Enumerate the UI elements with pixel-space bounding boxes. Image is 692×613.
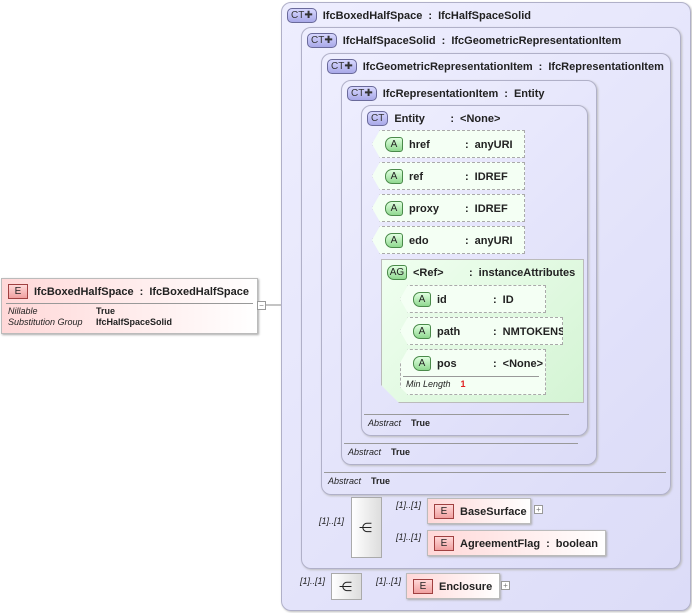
cardinality: [1]..[1] [319,516,345,526]
ct-badge: CT✚ [347,86,377,101]
element-type: boolean [555,537,598,550]
attribute-name: edo [409,234,429,247]
type-name: IfcGeometricRepresentationItem [362,60,533,73]
ct-badge: CT✚ [307,33,337,48]
separator: : [546,537,550,550]
attribute-badge: A [385,233,403,248]
sequence-compositor[interactable]: ⋲ [351,497,382,558]
abstract-value: True [391,447,411,457]
separator: : [428,9,433,22]
attribute-path[interactable]: Apath: NMTOKENS [400,317,563,345]
separator: : [465,234,469,247]
attribute-group-type: instanceAttributes [478,266,576,279]
element-basesurface[interactable]: E BaseSurface [427,498,531,524]
element-badge: E [434,504,454,519]
prop-value: True [96,306,116,316]
abstract-label: Abstract [348,447,382,457]
abstract-value: True [371,476,391,486]
cardinality: [1]..[1] [376,576,402,586]
attribute-proxy[interactable]: Aproxy: IDREF [372,194,525,222]
root-element-box[interactable]: E IfcBoxedHalfSpace: IfcBoxedHalfSpace Nil… [1,278,258,334]
sequence-compositor[interactable]: ⋲ [331,573,362,600]
element-name: Enclosure [439,580,493,593]
element-name: AgreementFlag [460,537,541,550]
type-base: Entity [513,87,545,100]
type-name: Entity [394,112,425,125]
expand-toggle[interactable]: + [501,581,510,590]
attribute-badge: A [413,292,431,307]
separator: : [441,34,446,47]
separator: : [493,325,497,338]
attribute-name: href [409,138,430,151]
root-element-type: IfcBoxedHalfSpace [149,285,249,298]
attribute-type: ID [502,293,514,306]
type-name: IfcRepresentationItem [382,87,499,100]
type-base: <None> [460,112,501,125]
cardinality: [1]..[1] [300,576,326,586]
separator: : [538,60,543,73]
attribute-badge: A [413,324,431,339]
prop-label: Nillable [8,306,38,316]
attribute-type: anyURI [474,234,513,247]
attribute-edo[interactable]: Aedo: anyURI [372,226,525,254]
type-name: IfcHalfSpaceSolid [342,34,436,47]
attribute-badge: A [385,169,403,184]
abstract-value: True [411,418,431,428]
attribute-group-name: <Ref> [413,266,444,279]
cardinality: [1]..[1] [396,532,422,542]
sequence-icon: ⋲ [339,579,352,594]
facet-label: Min Length [406,379,451,389]
element-enclosure[interactable]: E Enclosure [406,573,500,599]
attribute-type: anyURI [474,138,513,151]
attribute-group-badge: AG [387,265,407,280]
expand-toggle[interactable]: + [534,505,543,514]
element-agreementflag[interactable]: E AgreementFlag: boolean [427,530,606,556]
attribute-badge: A [385,201,403,216]
element-badge: E [413,579,433,594]
separator: : [493,357,497,370]
attribute-id[interactable]: Aid: ID [400,285,546,313]
separator: : [465,170,469,183]
attribute-name: ref [409,170,424,183]
attribute-type: IDREF [474,202,508,215]
separator: : [504,87,508,100]
root-element-name: IfcBoxedHalfSpace [34,285,134,298]
ct-badge: CT✚ [287,8,317,23]
attribute-badge: A [413,356,431,371]
attribute-href[interactable]: Ahref: anyURI [372,130,525,158]
attribute-name: pos [437,357,457,370]
separator: : [469,266,473,279]
separator: : [139,285,144,298]
attribute-badge: A [385,137,403,152]
cardinality: [1]..[1] [396,500,422,510]
attribute-type: <None> [502,357,544,370]
separator: : [465,138,469,151]
type-base: IfcHalfSpaceSolid [438,9,531,22]
prop-label: Substitution Group [8,317,83,327]
attribute-name: proxy [409,202,439,215]
attribute-type: NMTOKENS [502,325,566,338]
attribute-name: id [437,293,447,306]
collapse-toggle[interactable]: − [257,301,266,310]
type-base: IfcRepresentationItem [548,60,664,73]
separator: : [450,112,455,125]
element-badge: E [434,536,454,551]
ct-badge: CT [367,111,389,126]
sequence-icon: ⋲ [359,520,372,535]
attribute-ref[interactable]: Aref: IDREF [372,162,525,190]
prop-value: IfcHalfSpaceSolid [96,317,173,327]
attribute-type: IDREF [474,170,508,183]
type-name: IfcBoxedHalfSpace [322,9,423,22]
ct-badge: CT✚ [327,59,357,74]
attribute-pos[interactable]: Apos: <None> Min Length 1 [400,349,546,395]
attribute-name: path [437,325,461,338]
element-badge: E [8,284,28,299]
type-base: IfcGeometricRepresentationItem [451,34,622,47]
separator: : [493,293,497,306]
separator: : [465,202,469,215]
element-name: BaseSurface [460,505,527,518]
abstract-label: Abstract [368,418,402,428]
facet-value: 1 [460,379,466,389]
abstract-label: Abstract [328,476,362,486]
